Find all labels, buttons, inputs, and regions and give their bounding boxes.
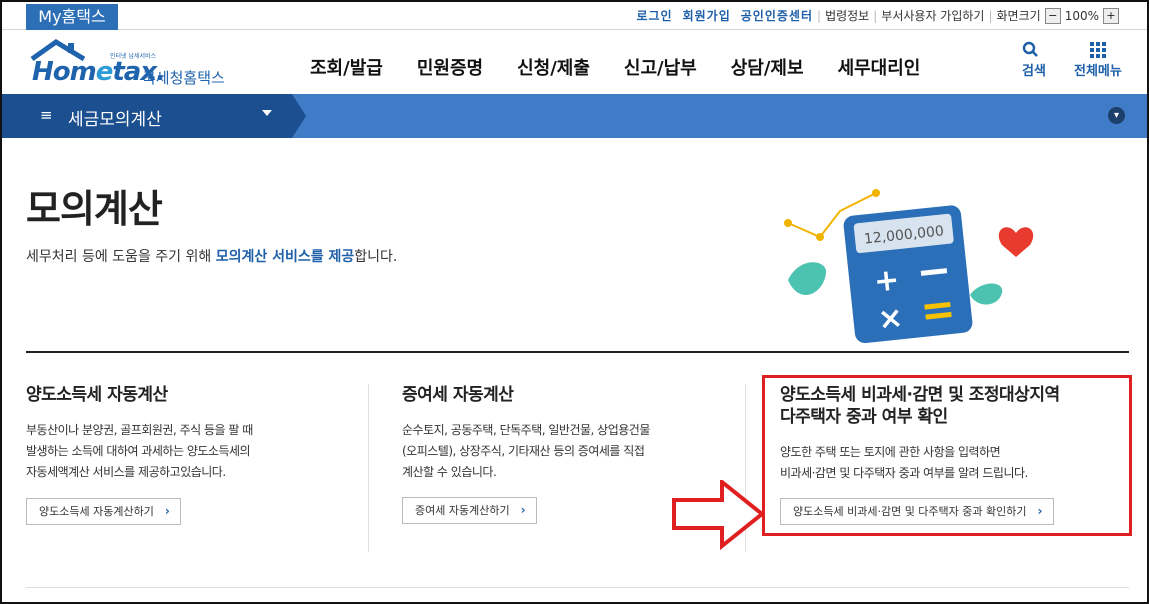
cert-center-link[interactable]: 공인인증센터 <box>741 7 813 24</box>
hamburger-icon: ≡ <box>40 106 53 124</box>
svg-text:×: × <box>876 300 905 337</box>
card-desc-line: 발생하는 소득에 대하여 과세하는 양도소득세의 <box>26 444 251 458</box>
dept-user-join-link[interactable]: 부서사용자 가입하기 <box>881 7 984 24</box>
card-desc-line: 자동세액계산 서비스를 제공하고있습니다. <box>26 465 226 479</box>
card-gift-tax-calc: 증여세 자동계산 순수토지, 공동주택, 단독주택, 일반건물, 상업용건물 (… <box>402 384 650 483</box>
chevron-right-icon: › <box>520 503 526 517</box>
utility-links: 로그인 회원가입 공인인증센터 | 법령정보 | 부서사용자 가입하기 | 화면… <box>626 7 1123 24</box>
chevron-right-icon: › <box>164 504 170 518</box>
site-header: 인터넷 납세서비스 Hometax. 국세청홈택스 조회/발급 민원증명 신청/… <box>0 31 1149 93</box>
chevron-down-icon[interactable]: ▾ <box>1108 107 1125 124</box>
card-title: 증여세 자동계산 <box>402 385 514 405</box>
nav-consult[interactable]: 상담/제보 <box>731 54 804 80</box>
nav-application[interactable]: 신청/제출 <box>517 54 590 80</box>
grid-icon <box>1089 42 1106 58</box>
login-link[interactable]: 로그인 <box>636 7 672 24</box>
svg-text:+: + <box>872 262 901 299</box>
zoom-level: 100% <box>1064 8 1099 23</box>
hometax-logo[interactable]: 인터넷 납세서비스 Hometax. 국세청홈택스 <box>26 39 236 89</box>
search-icon <box>1022 41 1038 57</box>
desc-text: 세무처리 등에 도움을 주기 위해 <box>26 249 216 265</box>
zoom-in-button[interactable]: + <box>1103 7 1119 24</box>
logo-wordmark-e: e <box>95 57 114 87</box>
search-button[interactable]: 검색 <box>1022 40 1046 79</box>
my-hometax-tab[interactable]: My홈택스 <box>26 4 118 30</box>
leaf-right-icon <box>970 283 1003 305</box>
page-title: 모의계산 <box>26 187 163 231</box>
page-description: 세무처리 등에 도움을 주기 위해 모의계산 서비스를 제공합니다. <box>26 246 397 266</box>
desc-text-end: 합니다. <box>354 249 398 265</box>
button-label: 증여세 자동계산하기 <box>415 504 510 517</box>
button-label: 양도소득세 자동계산하기 <box>39 505 154 518</box>
card-description: 부동산이나 분양권, 골프회원권, 주식 등을 팔 때 발생하는 소득에 대하여… <box>26 420 253 483</box>
card-desc-line: 부동산이나 분양권, 골프회원권, 주식 등을 팔 때 <box>26 423 253 437</box>
divider: | <box>817 8 822 23</box>
law-info-link[interactable]: 법령정보 <box>825 7 869 24</box>
divider: | <box>988 8 993 23</box>
highlight-arrow-icon <box>672 480 766 550</box>
highlight-box <box>762 375 1132 536</box>
calculator-illustration: 12,000,000 + × <box>784 189 1034 344</box>
gift-tax-calc-button[interactable]: 증여세 자동계산하기 › <box>402 497 537 524</box>
divider: | <box>873 8 878 23</box>
logo-wordmark-main: Hom <box>32 57 97 87</box>
card-desc-line: 계산할 수 있습니다. <box>402 465 497 479</box>
current-menu-dropdown[interactable]: ≡ 세금모의계산 <box>0 94 306 138</box>
nav-inquiry[interactable]: 조회/발급 <box>310 54 383 80</box>
nav-report-pay[interactable]: 신고/납부 <box>624 54 697 80</box>
capital-gains-calc-button[interactable]: 양도소득세 자동계산하기 › <box>26 498 181 525</box>
all-menu-button[interactable]: 전체메뉴 <box>1074 40 1122 79</box>
heart-icon <box>998 227 1034 257</box>
sub-nav-bar: ≡ 세금모의계산 ▾ <box>0 94 1149 138</box>
footer-divider <box>26 587 1129 588</box>
card-capital-gains-calc: 양도소득세 자동계산 부동산이나 분양권, 골프회원권, 주식 등을 팔 때 발… <box>26 384 253 483</box>
zoom-out-button[interactable]: − <box>1044 7 1061 24</box>
nav-tax-agent[interactable]: 세무대리인 <box>838 54 921 80</box>
card-desc-line: 순수토지, 공동주택, 단독주택, 일반건물, 상업용건물 <box>402 423 650 437</box>
search-label: 검색 <box>1022 64 1046 79</box>
caret-down-icon <box>262 110 272 116</box>
card-desc-line: (오피스텔), 상장주식, 기타재산 등의 증여세를 직접 <box>402 444 645 458</box>
card-description: 순수토지, 공동주택, 단독주택, 일반건물, 상업용건물 (오피스텔), 상장… <box>402 420 650 483</box>
utility-bar: My홈택스 로그인 회원가입 공인인증센터 | 법령정보 | 부서사용자 가입하… <box>0 0 1149 30</box>
main-nav: 조회/발급 민원증명 신청/제출 신고/납부 상담/제보 세무대리인 <box>310 54 954 80</box>
leaf-left-icon <box>788 262 827 295</box>
screen-size-label: 화면크기 <box>996 9 1041 23</box>
card-title: 양도소득세 자동계산 <box>26 385 168 405</box>
current-menu-label: 세금모의계산 <box>68 110 162 130</box>
desc-highlight: 모의계산 서비스를 제공 <box>215 249 355 265</box>
all-menu-label: 전체메뉴 <box>1074 64 1122 79</box>
logo-korean: 국세청홈택스 <box>142 69 225 87</box>
nav-certificates[interactable]: 민원증명 <box>417 54 483 80</box>
column-divider <box>368 384 369 552</box>
signup-link[interactable]: 회원가입 <box>683 7 731 24</box>
section-divider <box>26 351 1129 353</box>
